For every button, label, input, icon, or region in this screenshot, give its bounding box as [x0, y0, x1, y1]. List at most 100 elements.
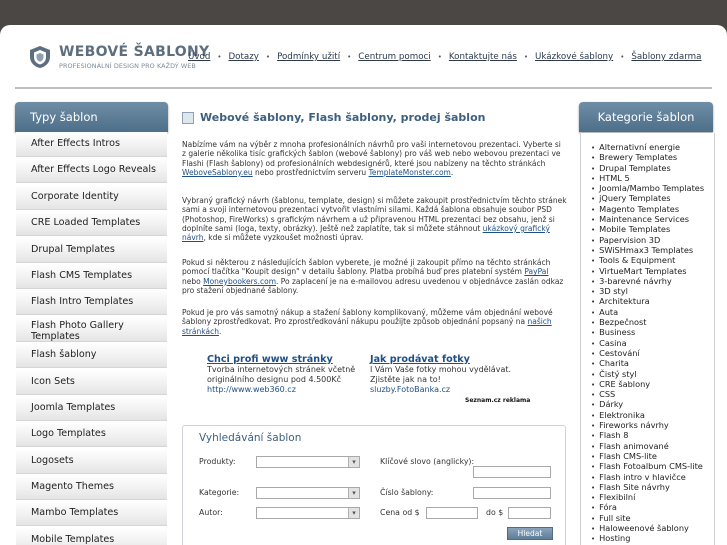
left-nav-item[interactable]: Joomla Templates	[16, 395, 167, 421]
nav-kontakt[interactable]: Kontaktujte nás	[449, 52, 517, 62]
category-item[interactable]: Flash intro v hlavičce	[591, 472, 704, 482]
category-item[interactable]: Bezpečnost	[591, 317, 704, 327]
category-item[interactable]: 3-barevné návrhy	[591, 276, 704, 286]
seznam-ad-label[interactable]: Seznam.cz reklama	[465, 397, 530, 404]
paragraph-text: .	[450, 167, 454, 177]
intro-paragraph: Nabízíme vám na výběr z mnoha profesioná…	[182, 140, 567, 177]
paragraph-text: Pokud si některou z následujících šablon…	[182, 258, 551, 277]
category-item[interactable]: Casina	[591, 338, 704, 348]
category-item[interactable]: Joomla/Mambo Templates	[591, 183, 704, 193]
left-nav-item[interactable]: CRE Loaded Templates	[16, 211, 167, 237]
template-search-form: Vyhledávání šablon Produkty: Kategorie: …	[182, 425, 566, 545]
category-item[interactable]: Architektura	[591, 296, 704, 306]
link-moneybookers[interactable]: Moneybookers.com	[203, 277, 276, 286]
left-nav-item[interactable]: Flash CMS Templates	[16, 263, 167, 289]
site-logo[interactable]: WEBOVÉ ŠABLONY PROFESIONÁLNÍ DESIGN PRO …	[29, 44, 213, 71]
brand-title: WEBOVÉ ŠABLONY	[59, 44, 210, 60]
left-nav-item[interactable]: Flash Intro Templates	[16, 290, 167, 316]
category-item[interactable]: Papervision 3D	[591, 235, 704, 245]
left-nav: After Effects Intros After Effects Logo …	[16, 132, 167, 545]
category-item[interactable]: Business	[591, 327, 704, 337]
category-item[interactable]: Brewery Templates	[591, 152, 704, 162]
ad-text: originálního designu pod 4.500Kč	[207, 375, 341, 384]
ad-web360[interactable]: Chci profi www stránky Tvorba internetov…	[207, 354, 355, 395]
ad-text: I Vám Vaše fotky mohou vydělávat.	[370, 365, 512, 374]
category-item[interactable]: Haloweenové šablony	[591, 523, 704, 533]
category-item[interactable]: Flexibilní	[591, 492, 704, 502]
paragraph-text: Pokud je pro vás samotný nákup a stažení…	[182, 308, 553, 327]
search-button[interactable]: Hledat	[507, 527, 553, 540]
nav-ukazkove-sablony[interactable]: Ukázkové šablony	[535, 52, 613, 62]
link-webovesablony[interactable]: WeboveSablony.eu	[182, 168, 253, 177]
category-item[interactable]: Alternativní energie	[591, 142, 704, 152]
category-item[interactable]: Flash animované	[591, 441, 704, 451]
category-item[interactable]: CRE šablony	[591, 379, 704, 389]
left-nav-item[interactable]: Logosets	[16, 448, 167, 474]
ad-title[interactable]: Jak prodávat fotky	[370, 354, 511, 365]
left-nav-item[interactable]: After Effects Logo Reveals	[16, 158, 167, 184]
category-item[interactable]: Flash Fotoalbum CMS-lite	[591, 461, 704, 471]
category-item[interactable]: Flash Site návrhy	[591, 482, 704, 492]
category-item[interactable]: HTML 5	[591, 173, 704, 183]
produkty-select[interactable]	[256, 456, 360, 468]
category-item[interactable]: Cestování	[591, 348, 704, 358]
payment-paragraph: Pokud si některou z následujících šablon…	[182, 258, 567, 295]
kategorie-label: Kategorie:	[199, 488, 240, 497]
link-paypal[interactable]: PayPal	[524, 267, 548, 276]
ad-url[interactable]: sluzby.FotoBanka.cz	[370, 385, 511, 395]
category-item[interactable]: Drupal Templates	[591, 163, 704, 173]
template-number-input[interactable]	[473, 487, 551, 499]
autor-select[interactable]	[256, 507, 360, 519]
left-nav-item[interactable]: Logo Templates	[16, 422, 167, 448]
nav-sablony-zdarma[interactable]: Šablony zdarma	[631, 52, 701, 62]
nav-podminky-uziti[interactable]: Podmínky užití	[277, 52, 340, 62]
category-item[interactable]: Fóra	[591, 502, 704, 512]
price-to-input[interactable]	[508, 507, 551, 519]
page-title: Webové šablony, Flash šablony, prodej ša…	[182, 111, 485, 124]
category-item[interactable]: Fireworks návrhy	[591, 420, 704, 430]
category-item[interactable]: 3D styl	[591, 286, 704, 296]
keyword-input[interactable]	[473, 466, 551, 478]
paragraph-text: , kde si můžete vyzkoušet možnosti úprav…	[203, 233, 364, 243]
category-item[interactable]: Magento Templates	[591, 204, 704, 214]
left-nav-item[interactable]: Mobile Templates	[16, 527, 167, 545]
left-nav-item[interactable]: Flash Photo Gallery Templates	[16, 316, 167, 342]
brand-subtitle: PROFESIONÁLNÍ DESIGN PRO KAŽDÝ WEB	[59, 62, 196, 70]
category-item[interactable]: Mobile Templates	[591, 224, 704, 234]
kategorie-select[interactable]	[256, 487, 360, 499]
price-from-input[interactable]	[426, 507, 478, 519]
ad-url[interactable]: http://www.web360.cz	[207, 385, 355, 395]
category-item[interactable]: Maintenance Services	[591, 214, 704, 224]
left-nav-item[interactable]: Magento Themes	[16, 475, 167, 501]
left-nav-item[interactable]: Mambo Templates	[16, 501, 167, 527]
category-item[interactable]: Tools & Equipment	[591, 255, 704, 265]
category-item[interactable]: CSS	[591, 389, 704, 399]
left-nav-item[interactable]: Drupal Templates	[16, 237, 167, 263]
nav-separator: •	[437, 53, 442, 61]
category-item[interactable]: Full site	[591, 513, 704, 523]
page: WEBOVÉ ŠABLONY PROFESIONÁLNÍ DESIGN PRO …	[0, 25, 727, 545]
left-nav-item[interactable]: Corporate Identity	[16, 184, 167, 210]
category-item[interactable]: jQuery Templates	[591, 193, 704, 203]
category-item[interactable]: Charita	[591, 358, 704, 368]
category-item[interactable]: Čistý styl	[591, 369, 704, 379]
right-nav-title: Kategorie šablon	[579, 102, 713, 132]
nav-centrum-pomoci[interactable]: Centrum pomoci	[358, 52, 430, 62]
left-nav-item[interactable]: After Effects Intros	[16, 132, 167, 157]
left-nav-item[interactable]: Icon Sets	[16, 369, 167, 395]
category-item[interactable]: VirtueMart Templates	[591, 266, 704, 276]
category-item[interactable]: Flash CMS-lite	[591, 451, 704, 461]
category-item[interactable]: SWiSHmax3 Templates	[591, 245, 704, 255]
nav-uvod[interactable]: Úvod	[188, 52, 210, 62]
link-templatemonster[interactable]: TemplateMonster.com	[369, 168, 451, 177]
paragraph-text: Nabízíme vám na výběr z mnoha profesioná…	[182, 140, 561, 168]
left-nav-item[interactable]: Flash šablony	[16, 343, 167, 369]
category-item[interactable]: Auta	[591, 307, 704, 317]
ad-title[interactable]: Chci profi www stránky	[207, 354, 355, 365]
ad-fotobanka[interactable]: Jak prodávat fotky I Vám Vaše fotky moho…	[370, 354, 511, 395]
nav-dotazy[interactable]: Dotazy	[228, 52, 258, 62]
category-item[interactable]: Flash 8	[591, 430, 704, 440]
category-item[interactable]: Hosting	[591, 533, 704, 543]
category-item[interactable]: Dárky	[591, 399, 704, 409]
category-item[interactable]: Elektronika	[591, 410, 704, 420]
